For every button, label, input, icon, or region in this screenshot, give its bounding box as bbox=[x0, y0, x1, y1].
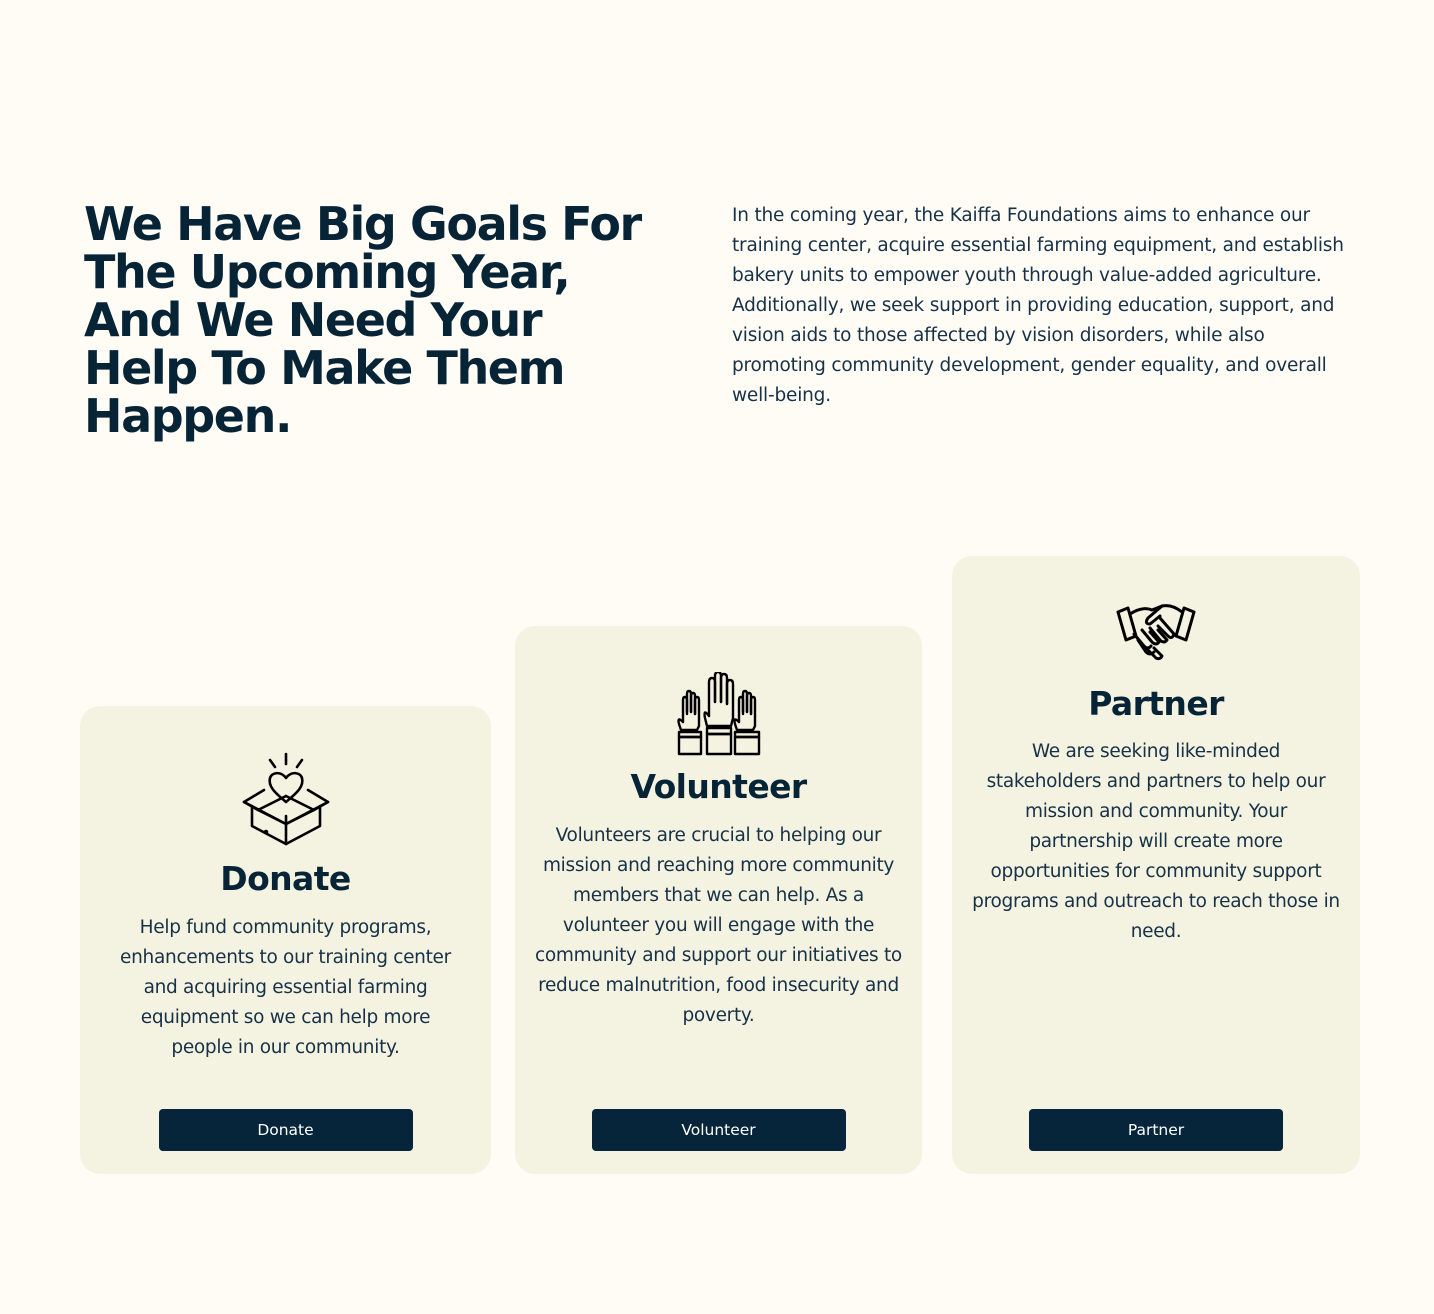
gift-box-heart-icon bbox=[238, 752, 334, 848]
handshake-icon bbox=[1116, 600, 1196, 664]
volunteer-title: Volunteer bbox=[630, 767, 807, 806]
volunteer-button[interactable]: Volunteer bbox=[591, 1109, 846, 1151]
intro-paragraph: In the coming year, the Kaiffa Foundatio… bbox=[732, 205, 1344, 406]
volunteer-card: Volunteer Volunteers are crucial to help… bbox=[515, 626, 922, 1174]
partner-card: Partner We are seeking like-minded stake… bbox=[952, 556, 1360, 1174]
partner-description: We are seeking like-minded stakeholders … bbox=[972, 741, 1340, 942]
partner-button[interactable]: Partner bbox=[1029, 1109, 1283, 1151]
volunteer-description: Volunteers are crucial to helping our mi… bbox=[535, 825, 902, 1026]
donate-description: Help fund community programs, enhancemen… bbox=[120, 917, 451, 1058]
page: We Have Big Goals For The Upcoming Year,… bbox=[0, 0, 1434, 1314]
page-headline: We Have Big Goals For The Upcoming Year,… bbox=[84, 197, 642, 443]
donate-card: Donate Help fund community programs, enh… bbox=[80, 706, 491, 1174]
donate-button[interactable]: Donate bbox=[158, 1109, 413, 1151]
partner-title: Partner bbox=[1088, 684, 1224, 723]
donate-title: Donate bbox=[220, 859, 351, 898]
raised-hands-icon bbox=[675, 672, 763, 756]
